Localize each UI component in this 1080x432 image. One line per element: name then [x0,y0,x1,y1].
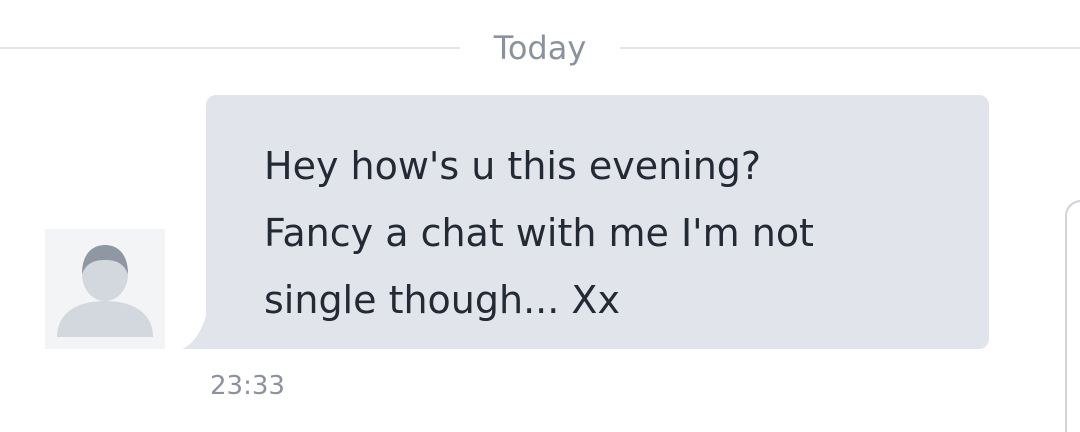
divider-line-left [0,47,460,49]
default-user-avatar-icon [57,245,153,337]
chat-view: Today Hey how's u this evening? Fancy a … [0,0,1080,432]
divider-line-right [620,47,1080,49]
side-panel-edge [1065,200,1080,432]
message-text: Hey how's u this evening? Fancy a chat w… [264,144,814,322]
avatar[interactable] [45,229,165,349]
date-divider-label: Today [493,29,587,67]
date-divider: Today [0,28,1080,68]
message-bubble[interactable]: Hey how's u this evening? Fancy a chat w… [206,95,989,349]
message-timestamp: 23:33 [210,371,285,401]
